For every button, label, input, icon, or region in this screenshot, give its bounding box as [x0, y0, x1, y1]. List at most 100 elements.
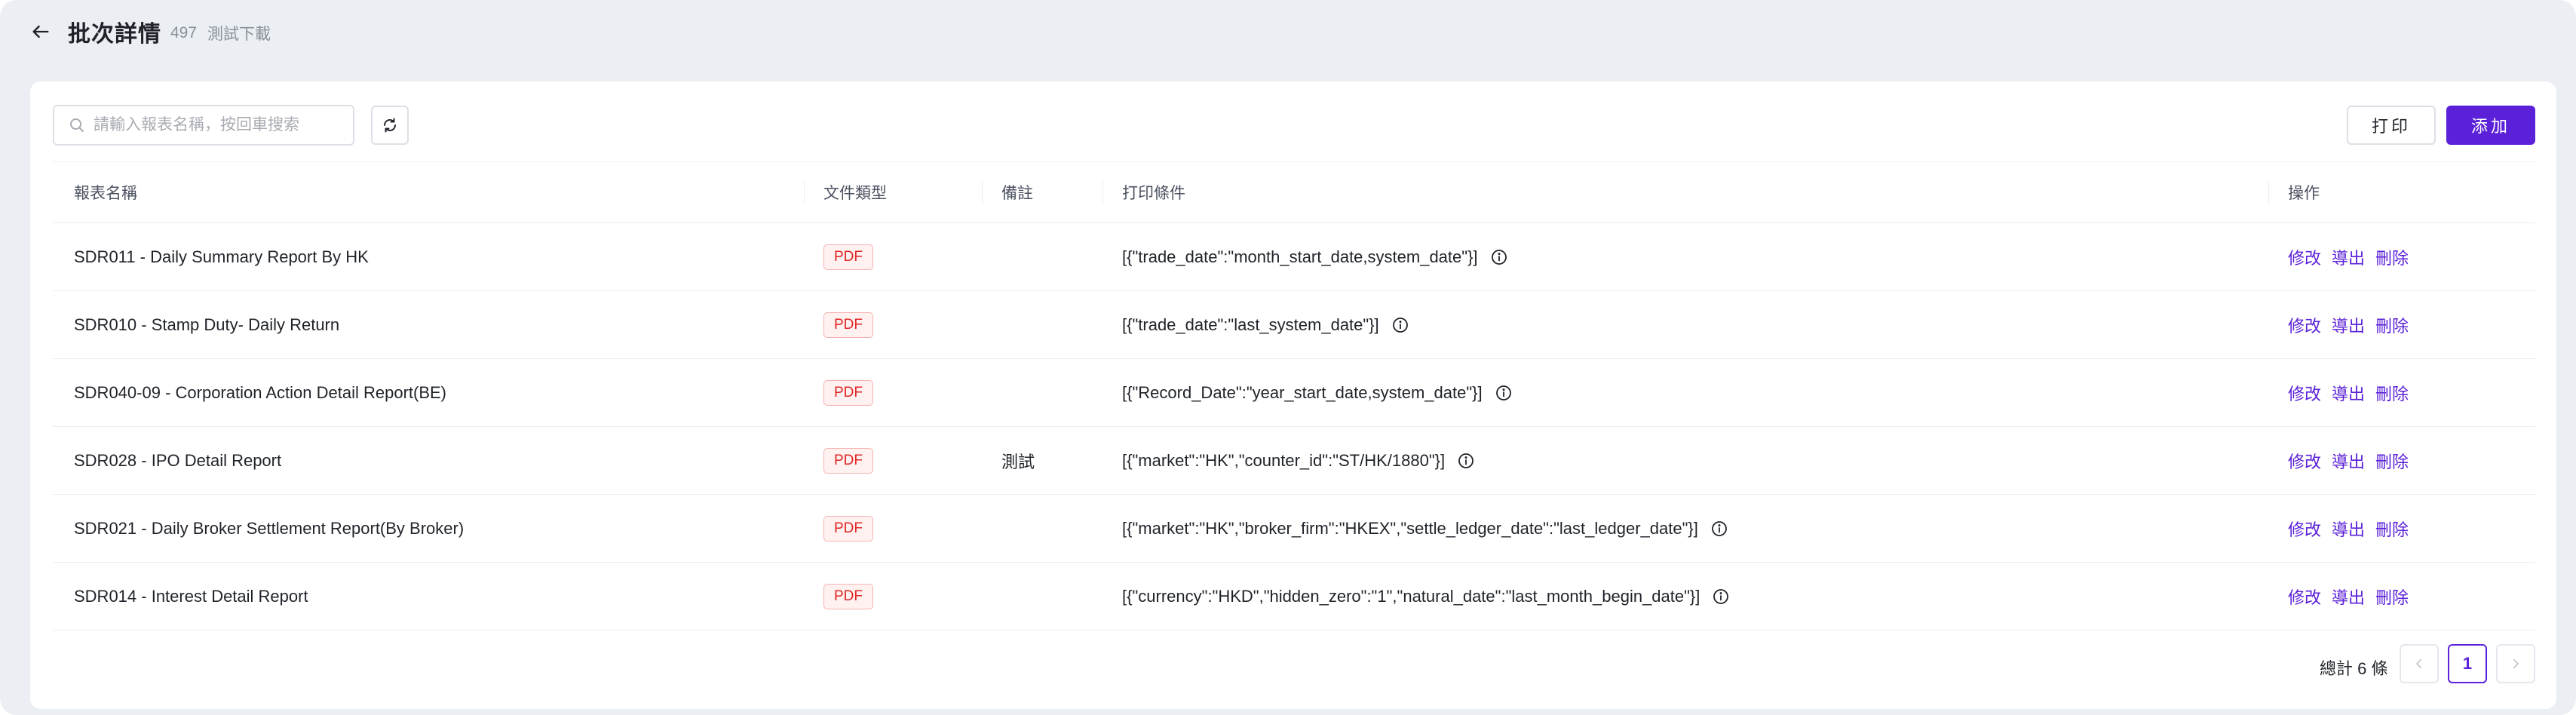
print-condition: [{"currency":"HKD","hidden_zero":"1","na… — [1122, 586, 1700, 606]
export-link[interactable]: 導出 — [2332, 517, 2365, 541]
edit-link[interactable]: 修改 — [2288, 585, 2321, 609]
table-row: SDR010 - Stamp Duty- Daily Return PDF [{"t… — [53, 291, 2535, 359]
file-type-tag: PDF — [823, 244, 873, 270]
export-link[interactable]: 導出 — [2332, 585, 2365, 609]
table-row: SDR014 - Interest Detail Report PDF [{"cur… — [53, 563, 2535, 631]
file-type-tag: PDF — [823, 311, 873, 338]
search-input[interactable] — [92, 115, 336, 135]
print-button[interactable]: 打印 — [2347, 106, 2436, 145]
file-type-cell: PDF — [823, 563, 873, 630]
prev-page-button[interactable] — [2400, 644, 2439, 683]
page-title: 批次詳情 — [68, 22, 161, 47]
table-header: 報表名稱 文件類型 備註 打印條件 操作 — [53, 161, 2535, 223]
page-number-current[interactable]: 1 — [2448, 644, 2487, 683]
edit-link[interactable]: 修改 — [2288, 313, 2321, 337]
print-condition: [{"market":"HK","counter_id":"ST/HK/1880… — [1122, 450, 1446, 470]
column-header-actions: 操作 — [2288, 185, 2320, 202]
export-link[interactable]: 導出 — [2332, 449, 2365, 473]
arrow-left-icon — [32, 25, 49, 38]
info-icon[interactable] — [1391, 316, 1409, 334]
info-icon[interactable] — [1490, 248, 1508, 266]
file-type-cell: PDF — [823, 359, 873, 426]
row-actions: 修改 導出 刪除 — [2288, 359, 2419, 426]
row-actions: 修改 導出 刪除 — [2288, 563, 2419, 630]
print-condition-cell: [{"currency":"HKD","hidden_zero":"1","na… — [1122, 563, 1730, 630]
print-condition-cell: [{"Record_Date":"year_start_date,system_… — [1122, 359, 1513, 426]
page-header: 批次詳情 497 測試下載 — [27, 11, 271, 53]
report-name: SDR014 - Interest Detail Report — [74, 586, 308, 606]
print-condition-cell: [{"trade_date":"last_system_date"}] — [1122, 291, 1409, 358]
add-button[interactable]: 添加 — [2446, 106, 2535, 145]
file-type-tag: PDF — [823, 515, 873, 542]
print-condition-cell: [{"trade_date":"month_start_date,system_… — [1122, 223, 1508, 290]
delete-link[interactable]: 刪除 — [2375, 517, 2409, 541]
file-type-cell: PDF — [823, 291, 873, 358]
report-name: SDR040-09 - Corporation Action Detail Re… — [74, 382, 447, 402]
delete-link[interactable]: 刪除 — [2375, 313, 2409, 337]
file-type-cell: PDF — [823, 427, 873, 494]
edit-link[interactable]: 修改 — [2288, 381, 2321, 405]
column-header-file-type: 文件類型 — [823, 185, 887, 202]
column-header-print-condition: 打印條件 — [1122, 185, 1185, 202]
refresh-icon — [383, 118, 397, 133]
edit-link[interactable]: 修改 — [2288, 449, 2321, 473]
info-icon[interactable] — [1712, 588, 1730, 606]
table-row: SDR040-09 - Corporation Action Detail Re… — [53, 359, 2535, 427]
table-row: SDR028 - IPO Detail Report PDF 測試 [{"market… — [53, 427, 2535, 495]
print-condition: [{"Record_Date":"year_start_date,system_… — [1122, 382, 1483, 402]
export-link[interactable]: 導出 — [2332, 381, 2365, 405]
chevron-right-icon — [2513, 659, 2519, 668]
report-name: SDR010 - Stamp Duty- Daily Return — [74, 315, 340, 334]
search-icon — [70, 118, 84, 132]
delete-link[interactable]: 刪除 — [2375, 381, 2409, 405]
file-type-tag: PDF — [823, 447, 873, 474]
column-divider — [982, 180, 983, 204]
back-button[interactable] — [27, 18, 54, 45]
column-divider — [2268, 180, 2269, 204]
print-condition: [{"trade_date":"last_system_date"}] — [1122, 315, 1379, 334]
print-condition: [{"trade_date":"month_start_date,system_… — [1122, 247, 1478, 266]
table-body: SDR011 - Daily Summary Report By HK PDF [{… — [53, 223, 2535, 631]
refresh-button[interactable] — [371, 106, 409, 145]
remark: 測試 — [1001, 452, 1035, 471]
print-condition: [{"market":"HK","broker_firm":"HKEX","se… — [1122, 518, 1698, 538]
row-actions: 修改 導出 刪除 — [2288, 427, 2419, 494]
column-header-report-name: 報表名稱 — [74, 185, 137, 202]
next-page-button[interactable] — [2496, 644, 2535, 683]
app-window: 批次詳情 497 測試下載 打印 添加 報表名稱 文件 — [0, 0, 2576, 715]
delete-link[interactable]: 刪除 — [2375, 449, 2409, 473]
info-icon[interactable] — [1495, 384, 1513, 402]
total-count: 總計 6 條 — [2320, 659, 2388, 678]
export-link[interactable]: 導出 — [2332, 245, 2365, 269]
table-row: SDR021 - Daily Broker Settlement Report(… — [53, 495, 2535, 563]
column-divider — [804, 180, 805, 204]
search-box[interactable] — [53, 105, 354, 146]
row-actions: 修改 導出 刪除 — [2288, 291, 2419, 358]
table-row: SDR011 - Daily Summary Report By HK PDF [{… — [53, 223, 2535, 291]
info-icon[interactable] — [1457, 452, 1475, 470]
report-table: 報表名稱 文件類型 備註 打印條件 操作 SDR011 - Daily Summ… — [53, 161, 2535, 631]
report-name: SDR021 - Daily Broker Settlement Report(… — [74, 518, 465, 538]
row-actions: 修改 導出 刪除 — [2288, 223, 2419, 290]
print-condition-cell: [{"market":"HK","broker_firm":"HKEX","se… — [1122, 495, 1728, 562]
print-condition-cell: [{"market":"HK","counter_id":"ST/HK/1880… — [1122, 427, 1475, 494]
delete-link[interactable]: 刪除 — [2375, 585, 2409, 609]
batch-name: 測試下載 — [207, 26, 271, 43]
report-name: SDR028 - IPO Detail Report — [74, 450, 282, 470]
export-link[interactable]: 導出 — [2332, 313, 2365, 337]
delete-link[interactable]: 刪除 — [2375, 245, 2409, 269]
edit-link[interactable]: 修改 — [2288, 517, 2321, 541]
report-name: SDR011 - Daily Summary Report By HK — [74, 247, 369, 266]
info-icon[interactable] — [1710, 520, 1728, 538]
file-type-cell: PDF — [823, 223, 873, 290]
column-header-remark: 備註 — [1001, 185, 1033, 202]
report-list-card: 打印 添加 報表名稱 文件類型 備註 打印條件 操作 SDR011 - Dail… — [30, 81, 2556, 709]
batch-number: 497 — [170, 24, 198, 41]
edit-link[interactable]: 修改 — [2288, 245, 2321, 269]
row-actions: 修改 導出 刪除 — [2288, 495, 2419, 562]
file-type-tag: PDF — [823, 379, 873, 406]
file-type-tag: PDF — [823, 583, 873, 609]
file-type-cell: PDF — [823, 495, 873, 562]
chevron-left-icon — [2416, 659, 2421, 668]
column-divider — [1102, 180, 1103, 204]
